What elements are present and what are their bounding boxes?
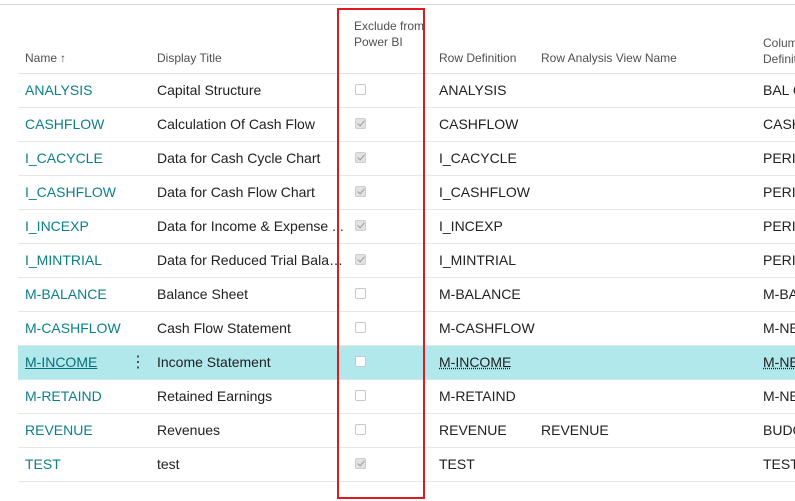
column-definition-value: M-NE [763, 388, 795, 404]
column-definition-value: BUDG [763, 422, 795, 438]
row-display-title: Income Statement [157, 354, 271, 370]
row-display-title: Revenues [157, 422, 221, 438]
row-name-link[interactable]: I_CACYCLE [25, 142, 130, 175]
column-definition-value: M-NE [763, 320, 795, 336]
table-row[interactable]: CASHFLOW Calculation Of Cash Flow CASHFLOW… [18, 108, 795, 142]
exclude-from-power-bi-checkbox[interactable] [355, 356, 366, 367]
exclude-from-power-bi-checkbox[interactable] [355, 288, 366, 299]
row-definition-value: I_INCEXP [439, 218, 503, 234]
column-header-exclude-from-power-bi[interactable]: Exclude from Power BI [354, 18, 426, 50]
row-name-link[interactable]: ANALYSIS [25, 74, 130, 107]
row-display-title: test [157, 456, 180, 472]
row-analysis-view-value: REVENUE [541, 422, 609, 438]
row-name-link[interactable]: TEST [25, 448, 130, 481]
column-definition-value: PERIC [763, 150, 795, 166]
exclude-from-power-bi-checkbox[interactable] [355, 220, 366, 231]
exclude-from-power-bi-checkbox[interactable] [355, 424, 366, 435]
table-row[interactable]: I_MINTRIAL Data for Reduced Trial Balanc.… [18, 244, 795, 278]
row-definition-value: M-INCOME [439, 354, 512, 370]
table-row[interactable]: M-CASHFLOW Cash Flow Statement M-CASHFLOW M… [18, 312, 795, 346]
column-header-row-analysis-view-name[interactable]: Row Analysis View Name [541, 51, 677, 66]
row-analysis-view-value [541, 278, 661, 311]
row-name-link[interactable]: CASHFLOW [25, 108, 130, 141]
row-name-link[interactable]: I_CASHFLOW [25, 176, 130, 209]
row-analysis-view-value [541, 142, 661, 175]
row-name-link[interactable]: M-INCOME [25, 346, 130, 379]
row-definition-value: M-CASHFLOW [439, 320, 535, 336]
row-analysis-view-value [541, 312, 661, 345]
table-row[interactable]: I_INCEXP Data for Income & Expense ... I_I… [18, 210, 795, 244]
row-name-link[interactable]: M-RETAIND [25, 380, 130, 413]
row-analysis-view-value [541, 108, 661, 141]
row-name-link[interactable]: I_MINTRIAL [25, 244, 130, 277]
financial-report-list: Name ↑ Display Title Exclude from Power B… [0, 0, 795, 501]
row-definition-value: I_CASHFLOW [439, 184, 531, 200]
row-name-link[interactable]: I_INCEXP [25, 210, 130, 243]
row-definition-value: CASHFLOW [439, 116, 519, 132]
row-display-title: Data for Cash Flow Chart [157, 184, 315, 200]
column-header-display-title[interactable]: Display Title [157, 51, 222, 66]
column-definition-value: PERIC [763, 252, 795, 268]
row-analysis-view-value [541, 210, 661, 243]
row-definition-value: M-RETAIND [439, 388, 516, 404]
exclude-from-power-bi-checkbox[interactable] [355, 458, 366, 469]
row-display-title: Data for Cash Cycle Chart [157, 150, 321, 166]
row-name-link[interactable]: REVENUE [25, 414, 130, 447]
row-display-title: Balance Sheet [157, 286, 249, 302]
table-row[interactable]: M-INCOME ⋮ Income Statement M-INCOME M-NE [18, 346, 795, 380]
column-header-column-definition[interactable]: Colum Definit [763, 35, 795, 67]
vertical-ellipsis-icon[interactable]: ⋮ [130, 346, 146, 379]
row-display-title: Calculation Of Cash Flow [157, 116, 315, 132]
row-display-title: Cash Flow Statement [157, 320, 291, 336]
row-name-link[interactable]: M-BALANCE [25, 278, 130, 311]
row-display-title: Retained Earnings [157, 388, 273, 404]
table-row[interactable]: REVENUE Revenues REVENUE REVENUE BUDG [18, 414, 795, 448]
row-display-title: Data for Reduced Trial Balanc... [157, 252, 349, 268]
table-row[interactable]: I_CACYCLE Data for Cash Cycle Chart I_CACY… [18, 142, 795, 176]
row-analysis-view-value [541, 448, 661, 481]
exclude-from-power-bi-checkbox[interactable] [355, 152, 366, 163]
row-analysis-view-value [541, 380, 661, 413]
row-definition-value: ANALYSIS [439, 82, 507, 98]
exclude-from-power-bi-checkbox[interactable] [355, 84, 366, 95]
row-analysis-view-value [541, 74, 661, 107]
row-definition-value: I_MINTRIAL [439, 252, 517, 268]
row-name-link[interactable]: M-CASHFLOW [25, 312, 130, 345]
column-definition-value: M-BA [763, 286, 795, 302]
column-definition-value: BAL C [763, 82, 795, 98]
column-definition-value: PERIC [763, 218, 795, 234]
exclude-from-power-bi-checkbox[interactable] [355, 254, 366, 265]
column-definition-value: PERIC [763, 184, 795, 200]
sort-ascending-icon: ↑ [60, 51, 67, 65]
exclude-from-power-bi-checkbox[interactable] [355, 390, 366, 401]
row-analysis-view-value [541, 346, 661, 379]
column-definition-value: CASH [763, 116, 795, 132]
column-header-name-label: Name [25, 51, 58, 65]
column-header-name[interactable]: Name ↑ [25, 51, 66, 66]
column-header-row-definition[interactable]: Row Definition [439, 51, 516, 66]
row-definition-value: REVENUE [439, 422, 507, 438]
column-definition-value: TEST [763, 456, 795, 472]
exclude-from-power-bi-checkbox[interactable] [355, 322, 366, 333]
exclude-from-power-bi-checkbox[interactable] [355, 186, 366, 197]
row-definition-value: I_CACYCLE [439, 150, 517, 166]
row-display-title: Data for Income & Expense ... [157, 218, 344, 234]
table-row[interactable]: I_CASHFLOW Data for Cash Flow Chart I_CASH… [18, 176, 795, 210]
row-analysis-view-value [541, 176, 661, 209]
table-row[interactable]: ANALYSIS Capital Structure ANALYSIS BAL C [18, 74, 795, 108]
row-display-title: Capital Structure [157, 82, 262, 98]
table-row[interactable]: M-RETAIND Retained Earnings M-RETAIND M-NE [18, 380, 795, 414]
table-row[interactable]: TEST test TEST TEST [18, 448, 795, 482]
row-definition-value: M-BALANCE [439, 286, 521, 302]
exclude-from-power-bi-checkbox[interactable] [355, 118, 366, 129]
table-row[interactable]: M-BALANCE Balance Sheet M-BALANCE M-BA [18, 278, 795, 312]
column-definition-value: M-NE [763, 354, 795, 370]
row-definition-value: TEST [439, 456, 475, 472]
row-analysis-view-value [541, 244, 661, 277]
top-divider [0, 4, 795, 5]
